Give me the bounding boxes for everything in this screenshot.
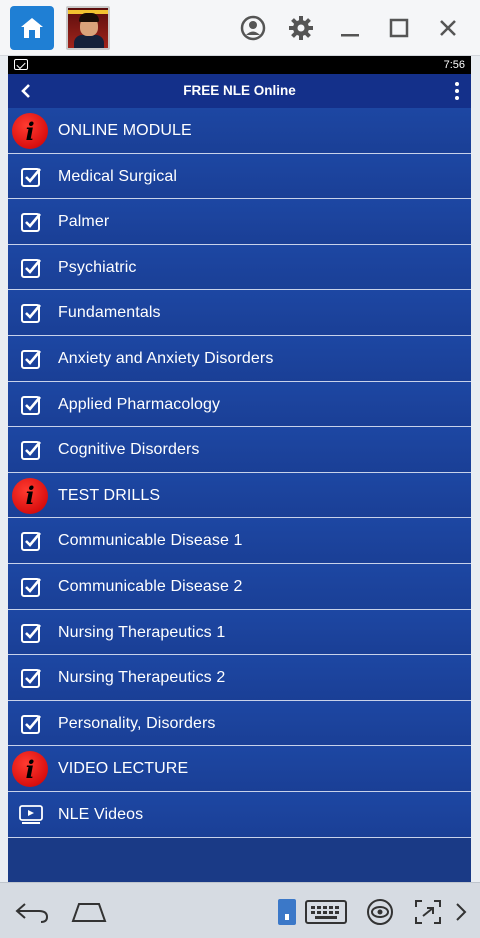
eye-icon[interactable]: [364, 898, 396, 926]
close-icon[interactable]: [434, 14, 462, 42]
maximize-icon[interactable]: [385, 14, 413, 42]
settings-gear-icon[interactable]: [287, 14, 315, 42]
checkbox-checked-icon: [18, 711, 44, 737]
emulator-nav-bar: [0, 882, 480, 938]
status-time: 7:56: [443, 59, 465, 71]
list-item-label: Communicable Disease 1: [58, 532, 243, 550]
section-header-label: VIDEO LECTURE: [58, 760, 189, 778]
section-header: i VIDEO LECTURE: [8, 746, 471, 792]
app-tab-thumbnail[interactable]: [66, 6, 110, 50]
thumbnail-figure-body: [74, 35, 104, 48]
info-icon: i: [12, 751, 48, 788]
list-item-label: NLE Videos: [58, 805, 144, 823]
section-header: i ONLINE MODULE: [8, 108, 471, 154]
checkbox-checked-icon: [18, 164, 44, 190]
minimize-icon[interactable]: [336, 14, 364, 42]
list-item-label: Personality, Disorders: [58, 714, 216, 732]
list-item[interactable]: Nursing Therapeutics 1: [8, 609, 471, 656]
section-header-label: TEST DRILLS: [58, 486, 161, 504]
section-header: i TEST DRILLS: [8, 472, 471, 519]
list-item[interactable]: Palmer: [8, 199, 471, 245]
thumbnail-figure-hair: [79, 13, 99, 22]
list-item-label: Applied Pharmacology: [58, 395, 221, 413]
list-item[interactable]: Communicable Disease 2: [8, 563, 471, 610]
video-play-icon: [18, 802, 44, 828]
list-item[interactable]: Communicable Disease 1: [8, 518, 471, 564]
checkbox-checked-icon: [18, 300, 44, 326]
android-screen: 7:56 FREE NLE Online i ONLINE MODULE Medic…: [8, 56, 471, 882]
checkbox-checked-icon: [18, 437, 44, 463]
list-item[interactable]: Applied Pharmacology: [8, 381, 471, 428]
emulator-toolbar: [0, 0, 480, 56]
list-item[interactable]: Medical Surgical: [8, 153, 471, 200]
list-item-label: Anxiety and Anxiety Disorders: [58, 349, 274, 367]
list-item[interactable]: Cognitive Disorders: [8, 427, 471, 473]
checkbox-checked-icon: [18, 574, 44, 600]
info-icon: i: [12, 477, 48, 514]
phone-portrait-icon[interactable]: [276, 897, 298, 927]
list-item-label: Communicable Disease 2: [58, 577, 243, 595]
list-item-label: Medical Surgical: [58, 167, 177, 185]
checkbox-checked-icon: [18, 528, 44, 554]
checkbox-checked-icon: [18, 255, 44, 281]
list-item[interactable]: Nursing Therapeutics 2: [8, 655, 471, 701]
list-item[interactable]: Fundamentals: [8, 290, 471, 336]
status-bar: 7:56: [8, 56, 471, 74]
list-item-label: Psychiatric: [58, 258, 137, 276]
notification-icon: [14, 59, 28, 70]
home-icon: [21, 18, 43, 38]
info-icon: i: [12, 113, 48, 149]
checkbox-checked-icon: [18, 620, 44, 646]
list-item[interactable]: Personality, Disorders: [8, 700, 471, 747]
overflow-menu-icon[interactable]: [449, 79, 465, 103]
list-item[interactable]: NLE Videos: [8, 791, 471, 838]
keyboard-icon[interactable]: [304, 899, 348, 925]
list-item-label: Palmer: [58, 213, 110, 231]
list-item[interactable]: Psychiatric: [8, 244, 471, 291]
account-icon[interactable]: [239, 14, 267, 42]
checkbox-checked-icon: [18, 665, 44, 691]
app-title: FREE NLE Online: [183, 83, 296, 98]
checkbox-checked-icon: [18, 209, 44, 235]
list-item-label: Nursing Therapeutics 2: [58, 669, 226, 687]
app-bar: FREE NLE Online: [8, 74, 471, 108]
checkbox-checked-icon: [18, 392, 44, 418]
list-item-label: Cognitive Disorders: [58, 441, 200, 459]
emulator-home-button[interactable]: [10, 6, 54, 50]
list-item[interactable]: Anxiety and Anxiety Disorders: [8, 335, 471, 382]
list-item-label: Nursing Therapeutics 1: [58, 623, 226, 641]
checkbox-checked-icon: [18, 346, 44, 372]
module-list: i ONLINE MODULE Medical Surgical Palmer Psyc…: [8, 108, 471, 838]
list-item-label: Fundamentals: [58, 304, 161, 322]
chevron-right-icon[interactable]: [452, 901, 470, 923]
back-icon[interactable]: [12, 899, 52, 925]
section-header-label: ONLINE MODULE: [58, 122, 192, 139]
fullscreen-icon[interactable]: [412, 898, 444, 926]
home-shape-icon[interactable]: [68, 901, 110, 923]
